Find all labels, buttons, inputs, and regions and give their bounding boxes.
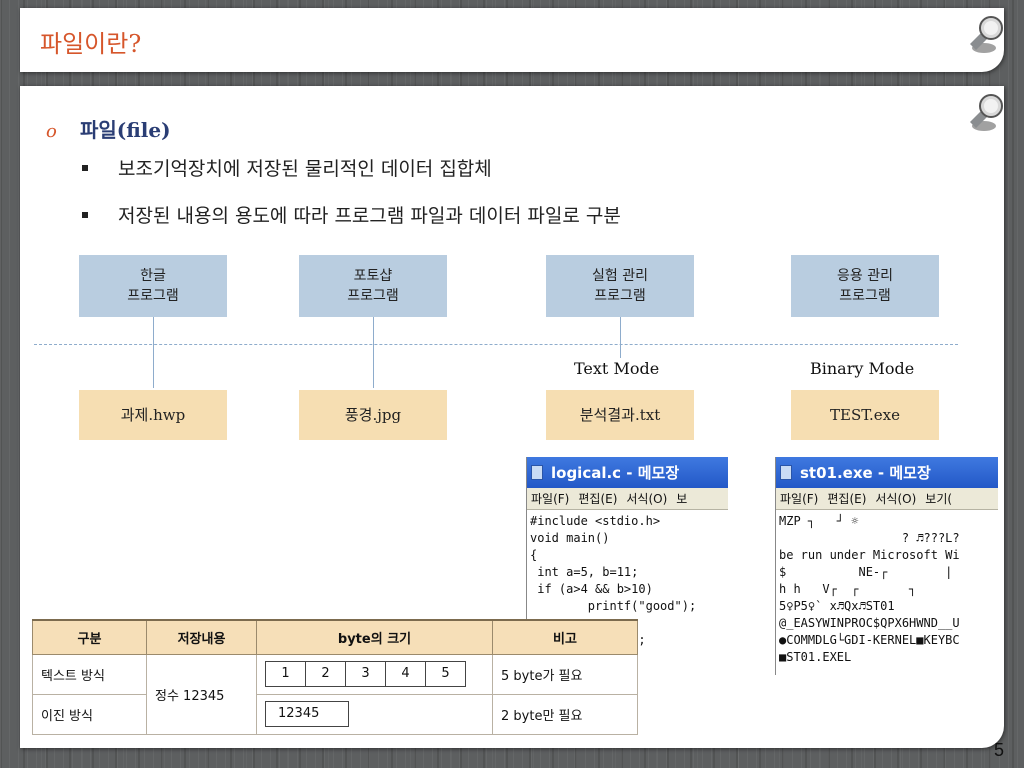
column-header: 비고 [492, 619, 638, 655]
program-label: 응용 관리 [837, 268, 893, 284]
program-label: 한글 [140, 268, 166, 284]
menu-bar: 파일(F) 편집(E) 서식(O) 보기( [776, 488, 998, 510]
row-type: 텍스트 방식 [32, 653, 147, 695]
window-titlebar: logical.c - 메모장 [527, 457, 728, 488]
code-line: { [530, 548, 538, 562]
byte-box: 1 [265, 661, 306, 687]
square-bullet-icon [82, 164, 88, 171]
binary-line: ■ST01.EXEL [779, 650, 852, 664]
file-box: 과제.hwp [79, 390, 227, 440]
binary-line: MZP ┐ ┘ ☼ [779, 514, 859, 528]
program-label: 포토샵 [353, 268, 393, 284]
connector-line [373, 316, 374, 388]
main-bullet-text: 파일(file) [80, 118, 171, 142]
byte-cells: 1 2 3 4 5 [256, 653, 493, 695]
menu-bar: 파일(F) 편집(E) 서식(O) 보 [527, 488, 728, 510]
text-mode-label: Text Mode [574, 359, 660, 378]
program-box-experiment: 실험 관리 프로그램 [546, 255, 694, 317]
text-editor-area[interactable]: MZP ┐ ┘ ☼ ? ♬???L? be run under Microsoft… [776, 510, 998, 666]
column-header: byte의 크기 [256, 619, 493, 655]
row-type: 이진 방식 [32, 693, 147, 735]
binary-line: h h V┌ ┌ ┐ [779, 582, 917, 596]
file-box: 풍경.jpg [299, 390, 447, 440]
binary-line: @_EASYWINPROC$QPX6HWND__U [779, 616, 960, 630]
code-line: void main() [530, 531, 610, 545]
notepad-binary-window: st01.exe - 메모장 파일(F) 편집(E) 서식(O) 보기( MZP… [775, 457, 998, 675]
slide-title: 파일이란? [40, 30, 142, 58]
sub-bullet-2: 저장된 내용의 용도에 따라 프로그램 파일과 데이터 파일로 구분 [82, 201, 621, 228]
byte-cells: 12345 [256, 693, 493, 735]
column-header: 구분 [32, 619, 147, 655]
code-line: printf("good"); [530, 599, 697, 613]
binary-line: ●COMMDLG└GDI-KERNEL■KEYBC [779, 633, 960, 647]
table-header-row: 구분 저장내용 byte의 크기 비고 [32, 619, 638, 655]
menu-file[interactable]: 파일(F) [527, 490, 574, 507]
binary-line: be run under Microsoft Wi [779, 548, 960, 562]
menu-format[interactable]: 서식(O) [871, 490, 921, 507]
program-label: 프로그램 [127, 288, 179, 304]
sub-bullet-text: 보조기억장치에 저장된 물리적인 데이터 집합체 [118, 158, 492, 180]
stored-content: 정수 12345 [146, 653, 257, 735]
program-box-application: 응용 관리 프로그램 [791, 255, 939, 317]
code-line: #include <stdio.h> [530, 514, 661, 528]
sub-bullet-1: 보조기억장치에 저장된 물리적인 데이터 집합체 [82, 154, 492, 181]
menu-edit[interactable]: 편집(E) [574, 490, 622, 507]
binary-line: ? ♬???L? [779, 531, 960, 545]
row-note: 2 byte만 필요 [492, 693, 638, 735]
program-box-hangul: 한글 프로그램 [79, 255, 227, 317]
title-panel: 파일이란? [20, 8, 1004, 72]
menu-format[interactable]: 서식(O) [622, 490, 672, 507]
bullet-mark: o [46, 121, 57, 142]
program-label: 프로그램 [594, 288, 646, 304]
file-box: 분석결과.txt [546, 390, 694, 440]
window-title: logical.c - 메모장 [551, 464, 680, 482]
byte-box: 4 [385, 661, 426, 687]
window-title: st01.exe - 메모장 [800, 464, 931, 482]
pushpin-icon [970, 94, 1003, 131]
code-line: int a=5, b=11; [530, 565, 639, 579]
row-note: 5 byte가 필요 [492, 653, 638, 695]
window-titlebar: st01.exe - 메모장 [776, 457, 998, 488]
notepad-icon [780, 465, 792, 480]
column-header: 저장내용 [146, 619, 257, 655]
program-label: 실험 관리 [592, 268, 648, 284]
sub-bullet-text: 저장된 내용의 용도에 따라 프로그램 파일과 데이터 파일로 구분 [118, 205, 621, 227]
binary-line: 5♀P5♀` x♬Qx♬ST01 [779, 599, 895, 613]
byte-box: 2 [305, 661, 346, 687]
connector-line [153, 316, 154, 388]
file-box: TEST.exe [791, 390, 939, 440]
pushpin-icon [970, 16, 1003, 53]
dashed-divider [34, 344, 958, 345]
binary-mode-label: Binary Mode [810, 359, 915, 378]
menu-view[interactable]: 보기( [921, 490, 957, 507]
menu-edit[interactable]: 편집(E) [823, 490, 871, 507]
table-row: 텍스트 방식 정수 12345 1 2 3 4 5 5 byte가 필요 [32, 653, 638, 735]
code-line: if (a>4 && b>10) [530, 582, 653, 596]
menu-view[interactable]: 보 [672, 490, 692, 507]
comparison-table: 구분 저장내용 byte의 크기 비고 텍스트 방식 정수 12345 1 2 … [32, 619, 638, 735]
program-label: 프로그램 [347, 288, 399, 304]
page-number: 5 [993, 740, 1004, 760]
binary-line: $ NE-┌ | [779, 565, 953, 579]
square-bullet-icon [82, 211, 88, 218]
main-bullet: o 파일(file) [46, 114, 171, 143]
byte-box: 12345 [265, 701, 349, 727]
connector-line [620, 316, 621, 358]
program-box-photoshop: 포토샵 프로그램 [299, 255, 447, 317]
byte-box: 5 [425, 661, 466, 687]
menu-file[interactable]: 파일(F) [776, 490, 823, 507]
program-label: 프로그램 [839, 288, 891, 304]
notepad-icon [531, 465, 543, 480]
table-row: 이진 방식 12345 2 byte만 필요 [32, 693, 638, 735]
byte-box: 3 [345, 661, 386, 687]
